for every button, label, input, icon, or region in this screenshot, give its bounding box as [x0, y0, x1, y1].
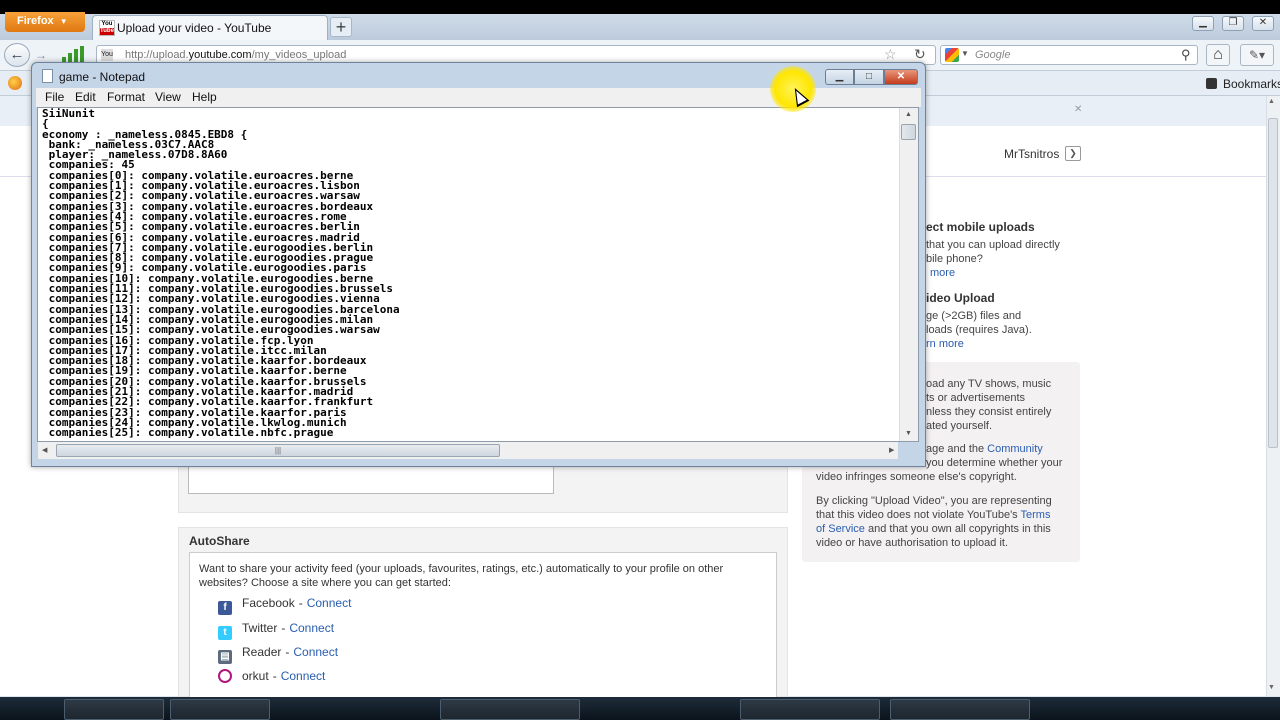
- firefox-logo-icon[interactable]: [8, 76, 22, 90]
- policy-text-3: nless they consist entirely: [926, 406, 1052, 418]
- orkut-icon: [218, 669, 232, 683]
- chevron-down-icon[interactable]: ▼: [961, 49, 969, 58]
- search-bar[interactable]: ▼ Google ⚲: [940, 45, 1198, 65]
- firefox-menu-label: Firefox: [17, 15, 54, 27]
- addon-menu-icon[interactable]: ✎▾: [1240, 44, 1274, 66]
- notepad-vertical-scroll-thumb[interactable]: [901, 124, 916, 140]
- scroll-right-arrow-icon[interactable]: ▶: [889, 446, 894, 454]
- close-icon[interactable]: ✕: [1074, 104, 1082, 115]
- bookmarks-icon: [1206, 78, 1217, 89]
- orkut-connect-link[interactable]: Connect: [281, 669, 326, 683]
- new-tab-button[interactable]: +: [330, 17, 352, 37]
- video-upload-heading: ideo Upload: [926, 291, 995, 305]
- terms-link[interactable]: Terms: [1021, 509, 1051, 521]
- mobile-uploads-heading: ect mobile uploads: [926, 220, 1035, 234]
- facebook-icon: f: [218, 601, 232, 615]
- notepad-vertical-scrollbar[interactable]: [899, 108, 918, 441]
- reload-icon[interactable]: ↻: [914, 46, 926, 63]
- scroll-down-arrow-icon[interactable]: ▼: [905, 430, 912, 437]
- community-guidelines-link[interactable]: Community: [987, 443, 1043, 455]
- service-orkut: orkut - Connect: [218, 669, 325, 683]
- scroll-up-arrow-icon[interactable]: ▲: [1268, 98, 1275, 105]
- policy-text-1: oad any TV shows, music: [926, 378, 1052, 390]
- notepad-close-button[interactable]: ✕: [884, 69, 918, 85]
- scroll-up-arrow-icon[interactable]: ▲: [905, 111, 912, 118]
- service-facebook: f Facebook - Connect: [218, 596, 351, 615]
- terms-text-1: By clicking "Upload Video", you are repr…: [816, 495, 1052, 507]
- back-arrow-icon[interactable]: ←: [4, 43, 30, 67]
- google-engine-icon[interactable]: [945, 48, 959, 62]
- video-upload-learn-more-link[interactable]: rn more: [926, 337, 964, 351]
- twitter-icon: t: [218, 626, 232, 640]
- bookmarks-button[interactable]: Bookmarks: [1223, 77, 1280, 91]
- notepad-title: game - Notepad: [59, 70, 146, 84]
- notepad-icon[interactable]: [42, 69, 53, 83]
- notepad-horizontal-scroll-thumb[interactable]: |||: [56, 444, 500, 457]
- guidelines-text-3: video infringes someone else's copyright…: [816, 471, 1017, 483]
- notepad-text-area[interactable]: SiiNunit { economy : _nameless.0845.EBD8…: [37, 107, 919, 442]
- browser-close-button[interactable]: ✕: [1252, 16, 1274, 31]
- browser-minimize-button[interactable]: ▁: [1192, 16, 1214, 31]
- mobile-uploads-text-1: that you can upload directly: [926, 239, 1060, 251]
- service-reader: ▤ Reader - Connect: [218, 645, 338, 664]
- menu-file[interactable]: File: [45, 90, 64, 104]
- terms-of-service-link[interactable]: of Service: [816, 523, 865, 535]
- taskbar-item[interactable]: [170, 699, 270, 720]
- scroll-down-arrow-icon[interactable]: ▼: [1268, 684, 1275, 691]
- terms-text-4: video or have authorisation to upload it…: [816, 537, 1009, 549]
- screen-top-border: [0, 0, 1280, 14]
- firefox-menu-button[interactable]: Firefox ▼: [5, 12, 85, 32]
- chevron-down-icon: ▼: [59, 17, 68, 26]
- page-scrollbar-thumb[interactable]: [1268, 118, 1278, 448]
- account-name-link[interactable]: MrTsnitros: [1004, 147, 1059, 161]
- account-menu-chevron-icon[interactable]: ❯: [1065, 146, 1081, 161]
- url-text: http://upload.youtube.com/my_videos_uplo…: [125, 49, 347, 61]
- mobile-uploads-more-link[interactable]: more: [930, 266, 955, 280]
- policy-text-4: ated yourself.: [926, 420, 993, 432]
- mobile-uploads-text-2: bile phone?: [926, 253, 983, 265]
- youtube-favicon-icon: You Tube: [99, 20, 115, 36]
- taskbar-item[interactable]: [740, 699, 880, 720]
- twitter-connect-link[interactable]: Connect: [289, 621, 334, 635]
- guidelines-text-1: age and the Community: [926, 443, 1043, 455]
- terms-text-2: that this video does not violate YouTube…: [816, 509, 1051, 521]
- reader-connect-link[interactable]: Connect: [293, 645, 338, 659]
- video-upload-text-1: ge (>2GB) files and: [926, 310, 1022, 322]
- autoshare-description: Want to share your activity feed (your u…: [199, 563, 724, 589]
- home-icon[interactable]: ⌂: [1206, 44, 1230, 66]
- video-upload-text-2: loads (requires Java).: [926, 324, 1032, 336]
- forward-arrow-icon[interactable]: →: [32, 47, 50, 63]
- site-identity-icon[interactable]: You: [101, 49, 113, 61]
- signal-bars-icon[interactable]: [62, 46, 84, 62]
- menu-edit[interactable]: Edit: [75, 90, 96, 104]
- notepad-maximize-button[interactable]: □: [854, 69, 884, 85]
- search-placeholder: Google: [975, 49, 1011, 61]
- tab-youtube-upload[interactable]: You Tube Upload your video - YouTube: [92, 15, 328, 40]
- autoshare-heading: AutoShare: [189, 534, 250, 548]
- menu-help[interactable]: Help: [192, 90, 217, 104]
- taskbar-item[interactable]: [440, 699, 580, 720]
- reader-icon: ▤: [218, 650, 232, 664]
- terms-text-3: of Service and that you own all copyrigh…: [816, 523, 1051, 535]
- tab-title: Upload your video - YouTube: [117, 21, 272, 35]
- policy-text-2: ts or advertisements: [926, 392, 1026, 404]
- facebook-connect-link[interactable]: Connect: [307, 596, 352, 610]
- menu-view[interactable]: View: [155, 90, 181, 104]
- taskbar-item[interactable]: [890, 699, 1030, 720]
- guidelines-text-2: you determine whether your: [926, 457, 1063, 469]
- browser-restore-button[interactable]: ❐: [1222, 16, 1244, 31]
- taskbar-item[interactable]: [64, 699, 164, 720]
- service-twitter: t Twitter - Connect: [218, 621, 334, 640]
- notepad-minimize-button[interactable]: ▁: [825, 69, 854, 85]
- menu-format[interactable]: Format: [107, 90, 145, 104]
- bookmark-star-icon[interactable]: ☆: [884, 46, 897, 63]
- notepad-file-content: SiiNunit { economy : _nameless.0845.EBD8…: [42, 107, 400, 440]
- magnifier-icon[interactable]: ⚲: [1181, 47, 1191, 63]
- scroll-left-arrow-icon[interactable]: ◀: [42, 446, 47, 454]
